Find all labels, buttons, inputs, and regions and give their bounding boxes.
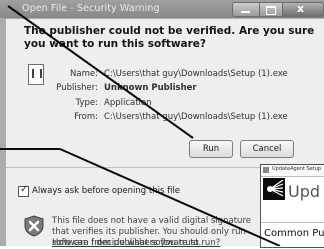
type-value: Application (104, 98, 152, 108)
always-ask-label[interactable]: Always ask before opening this file (32, 186, 180, 196)
setup-window: UpdateAgent Setup Upd Common Pu (260, 164, 324, 248)
setup-window-title: UpdateAgent Setup (272, 166, 322, 172)
minimize-icon (241, 11, 250, 13)
window-controls: x (232, 2, 324, 17)
application-file-icon (28, 64, 44, 85)
publisher-value: Unknown Publisher (104, 83, 197, 93)
run-button[interactable]: Run (189, 140, 233, 158)
setup-brand-text: Upd (288, 182, 321, 201)
maximize-button[interactable] (259, 2, 283, 17)
security-shield-icon (24, 215, 44, 237)
type-label: Type: (75, 98, 98, 108)
close-icon: x (297, 2, 305, 15)
from-label: From: (74, 112, 98, 122)
maximize-icon (266, 6, 276, 15)
starburst-icon (267, 180, 283, 197)
publisher-label: Publisher: (56, 83, 98, 93)
setup-title-bar: UpdateAgent Setup (261, 165, 324, 177)
help-link[interactable]: How can I decide what software to run? (52, 238, 220, 248)
from-value: C:\Users\that guy\Downloads\Setup (1).ex… (104, 112, 288, 122)
setup-window-icon (263, 167, 269, 173)
checkmark-icon: ✓ (20, 184, 29, 195)
name-label: Name: (70, 69, 98, 79)
setup-subtitle: Common Pu (264, 228, 324, 239)
minimize-button[interactable] (232, 2, 260, 17)
title-bar: Open File - Security Warning x (0, 0, 324, 18)
warning-heading: The publisher could not be verified. Are… (24, 25, 315, 50)
security-warning-dialog: Open File - Security Warning x The publi… (0, 0, 324, 248)
window-title: Open File - Security Warning (22, 3, 160, 14)
close-button[interactable]: x (282, 2, 324, 17)
cancel-button[interactable]: Cancel (240, 140, 294, 158)
always-ask-checkbox[interactable]: ✓ (18, 184, 29, 197)
name-value: C:\Users\that guy\Downloads\Setup (1).ex… (104, 69, 288, 79)
